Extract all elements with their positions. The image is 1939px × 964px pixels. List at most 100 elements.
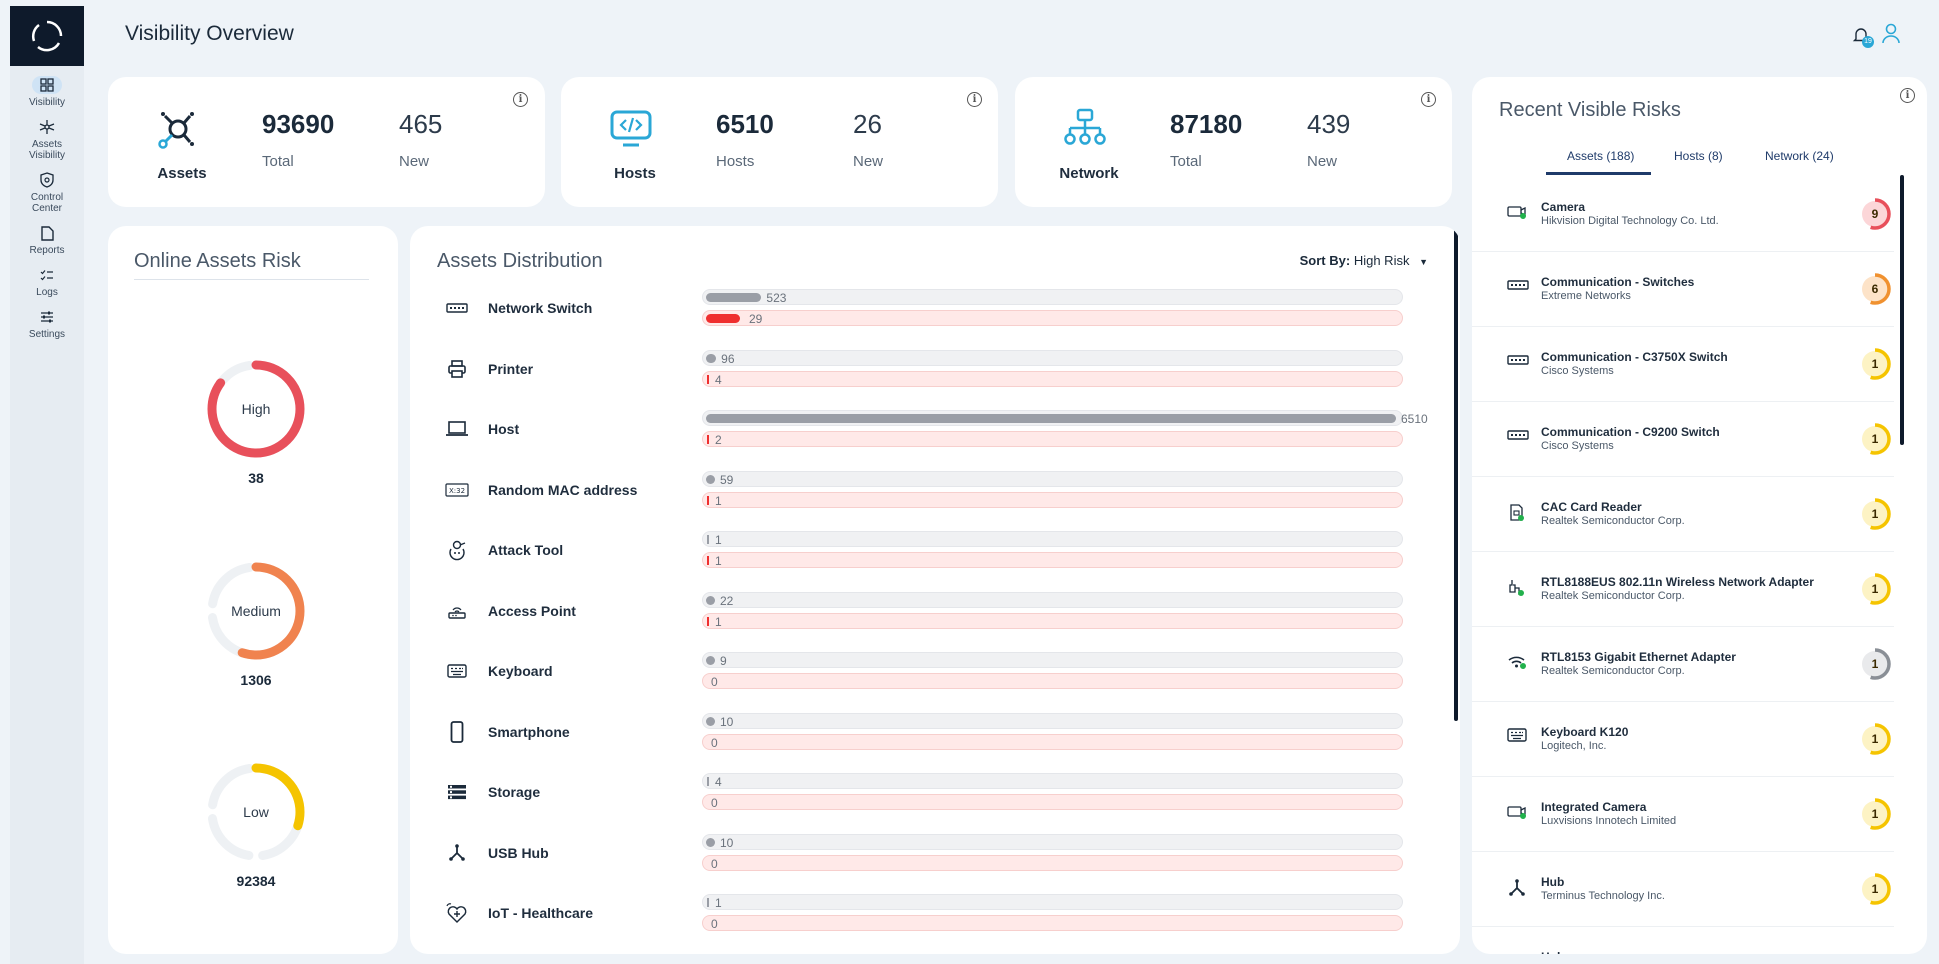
hosts-stat-card[interactable]: Hosts 6510 Hosts 26 New i — [561, 77, 998, 207]
scrollbar[interactable] — [1900, 175, 1904, 445]
risk-list-item[interactable]: Hub Terminus Technology Inc. 1 — [1472, 852, 1894, 927]
tab-network[interactable]: Network (24) — [1765, 149, 1834, 163]
risk-track: 0 — [702, 854, 1403, 871]
distribution-row[interactable]: IoT - Healthcare 1 0 — [410, 889, 1415, 949]
sort-by-value: High Risk — [1353, 253, 1410, 268]
risk-level-label: High — [241, 401, 271, 417]
risk-list-item[interactable]: Communication - C9200 Switch Cisco System… — [1472, 402, 1894, 477]
risk-score-ring — [1859, 723, 1891, 755]
risk-level-label: Low — [243, 804, 269, 820]
tab-assets[interactable]: Assets (188) — [1567, 149, 1634, 163]
hosts-new-value: 26 — [853, 109, 882, 139]
risk-list-item[interactable]: Integrated Camera Luxvisions Innotech Lim… — [1472, 777, 1894, 852]
card-reader-icon — [1507, 503, 1529, 523]
sidebar-item-control-center[interactable]: Control Center — [10, 171, 84, 214]
asset-type-name: IoT - Healthcare — [488, 905, 594, 921]
network-star-icon — [32, 118, 62, 136]
user-icon — [1882, 23, 1900, 44]
asset-type-name: Keyboard — [488, 663, 553, 679]
camera-icon — [1507, 203, 1529, 223]
risk-list-item[interactable]: Camera Hikvision Digital Technology Co. L… — [1472, 177, 1894, 252]
user-profile-button[interactable] — [1881, 22, 1901, 49]
distribution-row[interactable]: Keyboard 9 0 — [410, 647, 1415, 707]
risk-track: 29 — [702, 310, 1403, 326]
app-logo[interactable] — [10, 6, 84, 66]
grid-icon — [32, 76, 62, 94]
risk-list-item[interactable]: Communication - Switches Extreme Networks… — [1472, 252, 1894, 327]
svg-text:X:32: X:32 — [449, 487, 465, 495]
risk-score-ring — [1859, 198, 1891, 230]
sidebar-item-label: Visibility — [29, 97, 65, 108]
info-icon[interactable]: i — [967, 92, 982, 107]
info-icon[interactable]: i — [1421, 92, 1436, 107]
distribution-row[interactable]: Printer 96 4 — [410, 345, 1415, 405]
page-title: Visibility Overview — [125, 22, 294, 45]
keyboard-icon — [445, 659, 469, 683]
printer-icon — [445, 357, 469, 381]
notifications-button[interactable]: 19 — [1851, 25, 1874, 48]
risk-level-value: 38 — [248, 470, 264, 486]
risk-item-name: Communication - Switches — [1541, 275, 1695, 289]
hosts-new-label: New — [853, 153, 884, 170]
total-value: 523 — [766, 291, 787, 305]
sidebar-item-logs[interactable]: Logs — [10, 266, 84, 298]
distribution-row[interactable]: X:32 Random MAC address 59 1 — [410, 466, 1415, 526]
risk-list-item[interactable]: RTL8188EUS 802.11n Wireless Network Adap… — [1472, 552, 1894, 627]
network-label: Network — [1059, 165, 1119, 182]
risk-score-ring — [1859, 348, 1891, 380]
network-new-value: 439 — [1307, 109, 1351, 139]
risk-item-name: Communication - C3750X Switch — [1541, 350, 1728, 364]
sidebar-item-reports[interactable]: Reports — [10, 224, 84, 256]
distribution-row[interactable]: Attack Tool 1 1 — [410, 526, 1415, 586]
assets-total-label: Total — [262, 153, 294, 170]
assets-stat-card[interactable]: Assets 93690 Total 465 New i — [108, 77, 545, 207]
usb-hub-icon — [1507, 953, 1529, 954]
info-icon[interactable]: i — [1900, 88, 1915, 103]
risk-bar — [707, 495, 709, 505]
distribution-row[interactable]: USB Hub 10 0 — [410, 829, 1415, 889]
risk-value: 1 — [715, 554, 722, 568]
risk-list-item[interactable]: RTL8153 Gigabit Ethernet Adapter Realtek … — [1472, 627, 1894, 702]
total-bar — [706, 595, 715, 605]
asset-type-name: Printer — [488, 360, 534, 377]
switch-icon — [1507, 428, 1529, 448]
network-stat-card[interactable]: Network 87180 Total 439 New i — [1015, 77, 1452, 207]
sort-by-dropdown[interactable]: Sort By: High Risk ▼ — [1300, 253, 1428, 268]
hosts-label: Hosts — [614, 165, 656, 182]
access-point-icon — [445, 599, 469, 623]
risk-item-name: Hub — [1541, 950, 1564, 954]
risk-bar — [707, 374, 709, 384]
laptop-icon — [445, 417, 469, 441]
sidebar-item-visibility[interactable]: Visibility — [10, 76, 84, 108]
risk-item-name: CAC Card Reader — [1541, 500, 1642, 514]
risk-value: 0 — [711, 917, 718, 931]
distribution-row[interactable]: Network Switch 523 29 — [410, 284, 1415, 344]
scrollbar[interactable] — [1454, 226, 1458, 721]
risk-list-item[interactable]: Keyboard K120 Logitech, Inc. 1 — [1472, 702, 1894, 777]
risk-score-ring — [1859, 498, 1891, 530]
online-assets-risk-panel: Online Assets Risk High 38 Medium 1306 Low 92… — [108, 226, 398, 954]
healthcare-icon — [445, 901, 469, 925]
total-track: 1 — [702, 531, 1403, 547]
distribution-row[interactable]: Smartphone 10 0 — [410, 708, 1415, 768]
total-track: 4 — [702, 773, 1403, 789]
tab-hosts[interactable]: Hosts (8) — [1674, 149, 1723, 163]
risk-track: 4 — [702, 370, 1403, 387]
risk-score-ring — [1859, 573, 1891, 605]
distribution-row[interactable]: Storage 4 0 — [410, 768, 1415, 828]
risk-item-vendor: Extreme Networks — [1541, 290, 1631, 302]
distribution-row[interactable]: Access Point 22 1 — [410, 587, 1415, 647]
usb-hub-icon — [1507, 878, 1529, 898]
sidebar-item-assets-visibility[interactable]: Assets Visibility — [10, 118, 84, 161]
risk-list-item[interactable]: CAC Card Reader Realtek Semiconductor Cor… — [1472, 477, 1894, 552]
total-track: 22 — [702, 591, 1403, 608]
risk-list-item[interactable]: Communication - C3750X Switch Cisco Syste… — [1472, 327, 1894, 402]
total-bar — [706, 293, 762, 302]
distribution-row[interactable]: Host 6510 2 — [410, 405, 1428, 465]
total-track: 10 — [702, 712, 1403, 729]
sidebar-item-settings[interactable]: Settings — [10, 308, 84, 340]
assets-distribution-panel: Assets Distribution Sort By: High Risk ▼… — [410, 226, 1460, 954]
info-icon[interactable]: i — [513, 92, 528, 107]
total-value: 59 — [720, 472, 734, 487]
risk-list-item[interactable]: Hub — [1472, 927, 1894, 954]
